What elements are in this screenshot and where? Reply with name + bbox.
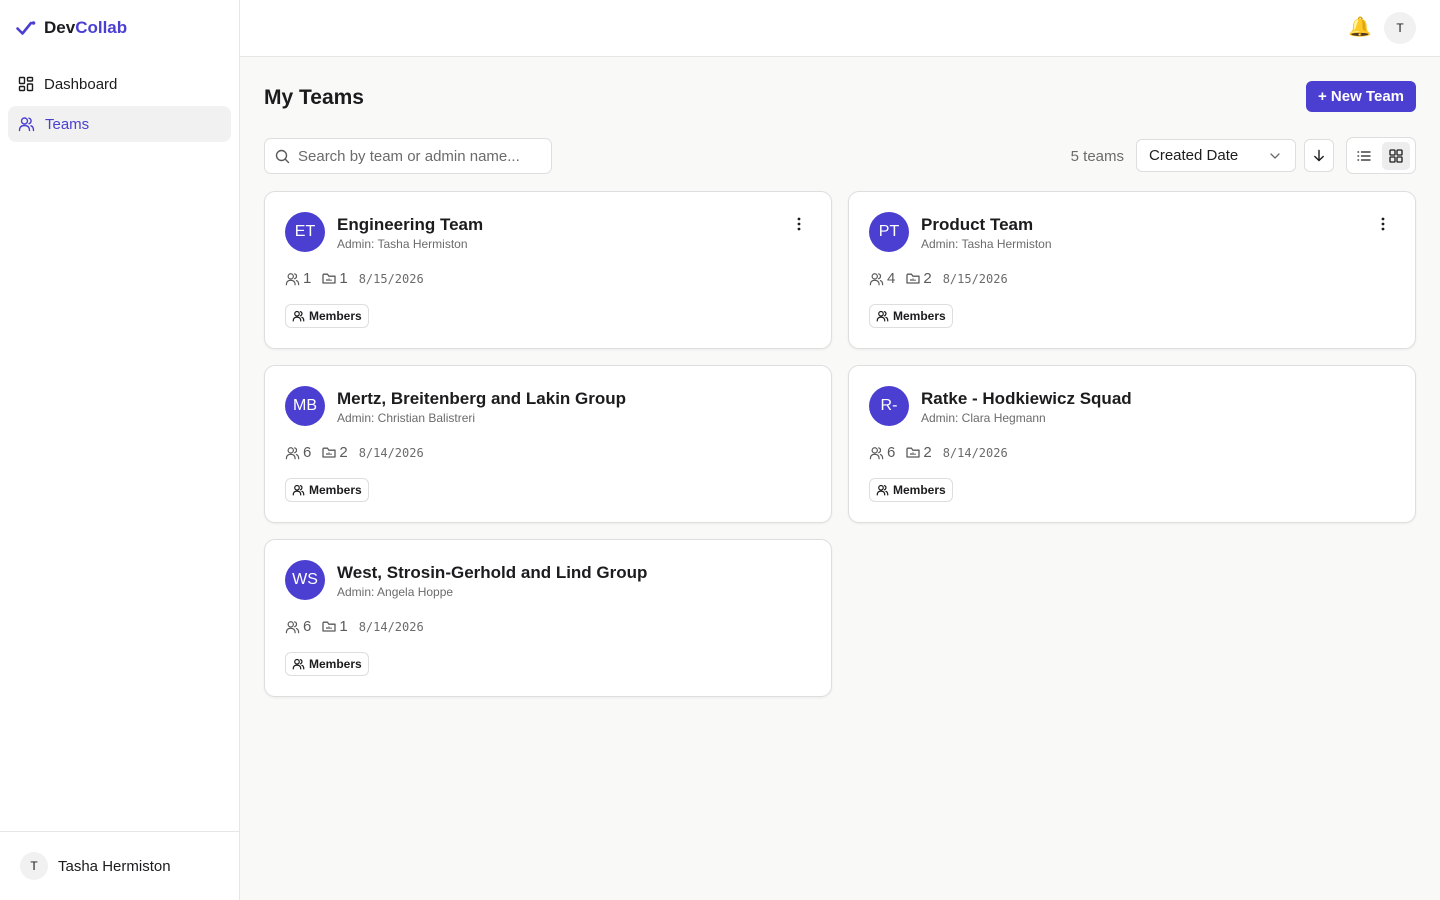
team-name[interactable]: Engineering Team: [337, 215, 483, 235]
member-count: 4: [869, 270, 895, 287]
folder-icon: [906, 447, 920, 458]
team-card[interactable]: PT Product Team Admin: Tasha Hermiston 4: [848, 191, 1416, 349]
member-count: 6: [285, 444, 311, 461]
more-vertical-icon[interactable]: [791, 214, 807, 234]
team-avatar: ET: [285, 212, 325, 252]
folder-icon: [906, 273, 920, 284]
team-stats: 6 2 8/14/2026: [869, 444, 1008, 461]
bell-icon[interactable]: 🔔: [1348, 17, 1372, 39]
team-admin: Admin: Tasha Hermiston: [337, 237, 468, 251]
avatar: T: [20, 852, 48, 880]
users-icon: [869, 272, 884, 285]
team-name[interactable]: Ratke - Hodkiewicz Squad: [921, 389, 1132, 409]
member-count: 6: [869, 444, 895, 461]
current-user[interactable]: T Tasha Hermiston: [0, 831, 240, 900]
project-count: 2: [906, 270, 932, 287]
users-icon: [876, 310, 889, 322]
user-avatar-button[interactable]: T: [1384, 12, 1416, 44]
sidebar: DevCollab Dashboard Teams T Tasha Hermis…: [0, 0, 240, 900]
folder-icon: [322, 273, 336, 284]
users-icon: [876, 484, 889, 496]
team-admin: Admin: Angela Hoppe: [337, 585, 454, 599]
team-count: 5 teams: [1070, 148, 1124, 165]
users-icon: [285, 620, 300, 633]
sidebar-nav: Dashboard Teams: [8, 66, 231, 146]
project-count: 2: [322, 444, 348, 461]
user-name: Tasha Hermiston: [58, 857, 171, 875]
search-box[interactable]: [264, 138, 552, 174]
page-title: My Teams: [264, 86, 364, 109]
created-date: 8/15/2026: [942, 271, 1008, 286]
new-team-button[interactable]: + New Team: [1305, 81, 1416, 112]
users-icon: [292, 658, 305, 670]
team-card[interactable]: ET Engineering Team Admin: Tasha Hermist…: [264, 191, 832, 349]
team-name[interactable]: Mertz, Breitenberg and Lakin Group: [337, 389, 626, 409]
team-name[interactable]: Product Team: [921, 215, 1033, 235]
brand-name-dev: Dev: [44, 18, 76, 37]
members-button[interactable]: Members: [285, 652, 369, 676]
members-button[interactable]: Members: [869, 478, 953, 502]
team-stats: 1 1 8/15/2026: [285, 270, 424, 287]
dashboard-grid-icon: [18, 76, 34, 92]
team-avatar: PT: [869, 212, 909, 252]
grid-icon: [1389, 148, 1403, 163]
sort-select[interactable]: Created Date: [1136, 139, 1296, 172]
team-card[interactable]: WS West, Strosin-Gerhold and Lind Group …: [264, 539, 832, 697]
team-avatar: WS: [285, 560, 325, 600]
sort-select-value: Created Date: [1149, 147, 1239, 164]
created-date: 8/14/2026: [358, 445, 424, 460]
sidebar-item-label: Dashboard: [44, 75, 118, 93]
team-stats: 4 2 8/15/2026: [869, 270, 1008, 287]
project-count: 1: [322, 618, 348, 635]
view-toggle: [1346, 137, 1416, 174]
arrow-down-icon: [1314, 149, 1324, 162]
project-count: 1: [322, 270, 348, 287]
team-grid: ET Engineering Team Admin: Tasha Hermist…: [264, 191, 1416, 697]
members-button[interactable]: Members: [285, 304, 369, 328]
created-date: 8/14/2026: [358, 619, 424, 634]
sidebar-item-teams[interactable]: Teams: [8, 106, 231, 142]
list-view-button[interactable]: [1350, 142, 1378, 170]
folder-icon: [322, 621, 336, 632]
team-stats: 6 1 8/14/2026: [285, 618, 424, 635]
team-name[interactable]: West, Strosin-Gerhold and Lind Group: [337, 563, 647, 583]
users-icon: [18, 117, 35, 132]
team-card[interactable]: MB Mertz, Breitenberg and Lakin Group Ad…: [264, 365, 832, 523]
sidebar-item-dashboard[interactable]: Dashboard: [8, 66, 231, 102]
created-date: 8/14/2026: [942, 445, 1008, 460]
sort-direction-button[interactable]: [1304, 139, 1334, 172]
team-admin: Admin: Christian Balistreri: [337, 411, 476, 425]
users-icon: [292, 310, 305, 322]
team-stats: 6 2 8/14/2026: [285, 444, 424, 461]
users-icon: [285, 446, 300, 459]
search-icon: [275, 149, 290, 163]
team-avatar: MB: [285, 386, 325, 426]
team-admin: Admin: Clara Hegmann: [921, 411, 1046, 425]
project-count: 2: [906, 444, 932, 461]
grid-view-button[interactable]: [1382, 141, 1410, 170]
brand-logo[interactable]: DevCollab: [16, 18, 127, 38]
team-avatar: R-: [869, 386, 909, 426]
users-icon: [285, 272, 300, 285]
member-count: 6: [285, 618, 311, 635]
members-button[interactable]: Members: [869, 304, 953, 328]
users-icon: [869, 446, 884, 459]
check-logo-icon: [16, 21, 36, 35]
sidebar-item-label: Teams: [45, 115, 90, 133]
folder-icon: [322, 447, 336, 458]
list-icon: [1357, 150, 1371, 161]
member-count: 1: [285, 270, 311, 287]
created-date: 8/15/2026: [358, 271, 424, 286]
brand-name-collab: Collab: [75, 18, 128, 37]
top-bar: 🔔 T: [240, 0, 1440, 57]
search-input[interactable]: [298, 147, 538, 165]
chevron-down-icon: [1270, 152, 1280, 159]
team-admin: Admin: Tasha Hermiston: [921, 237, 1052, 251]
users-icon: [292, 484, 305, 496]
members-button[interactable]: Members: [285, 478, 369, 502]
team-card[interactable]: R- Ratke - Hodkiewicz Squad Admin: Clara…: [848, 365, 1416, 523]
more-vertical-icon[interactable]: [1375, 214, 1391, 234]
